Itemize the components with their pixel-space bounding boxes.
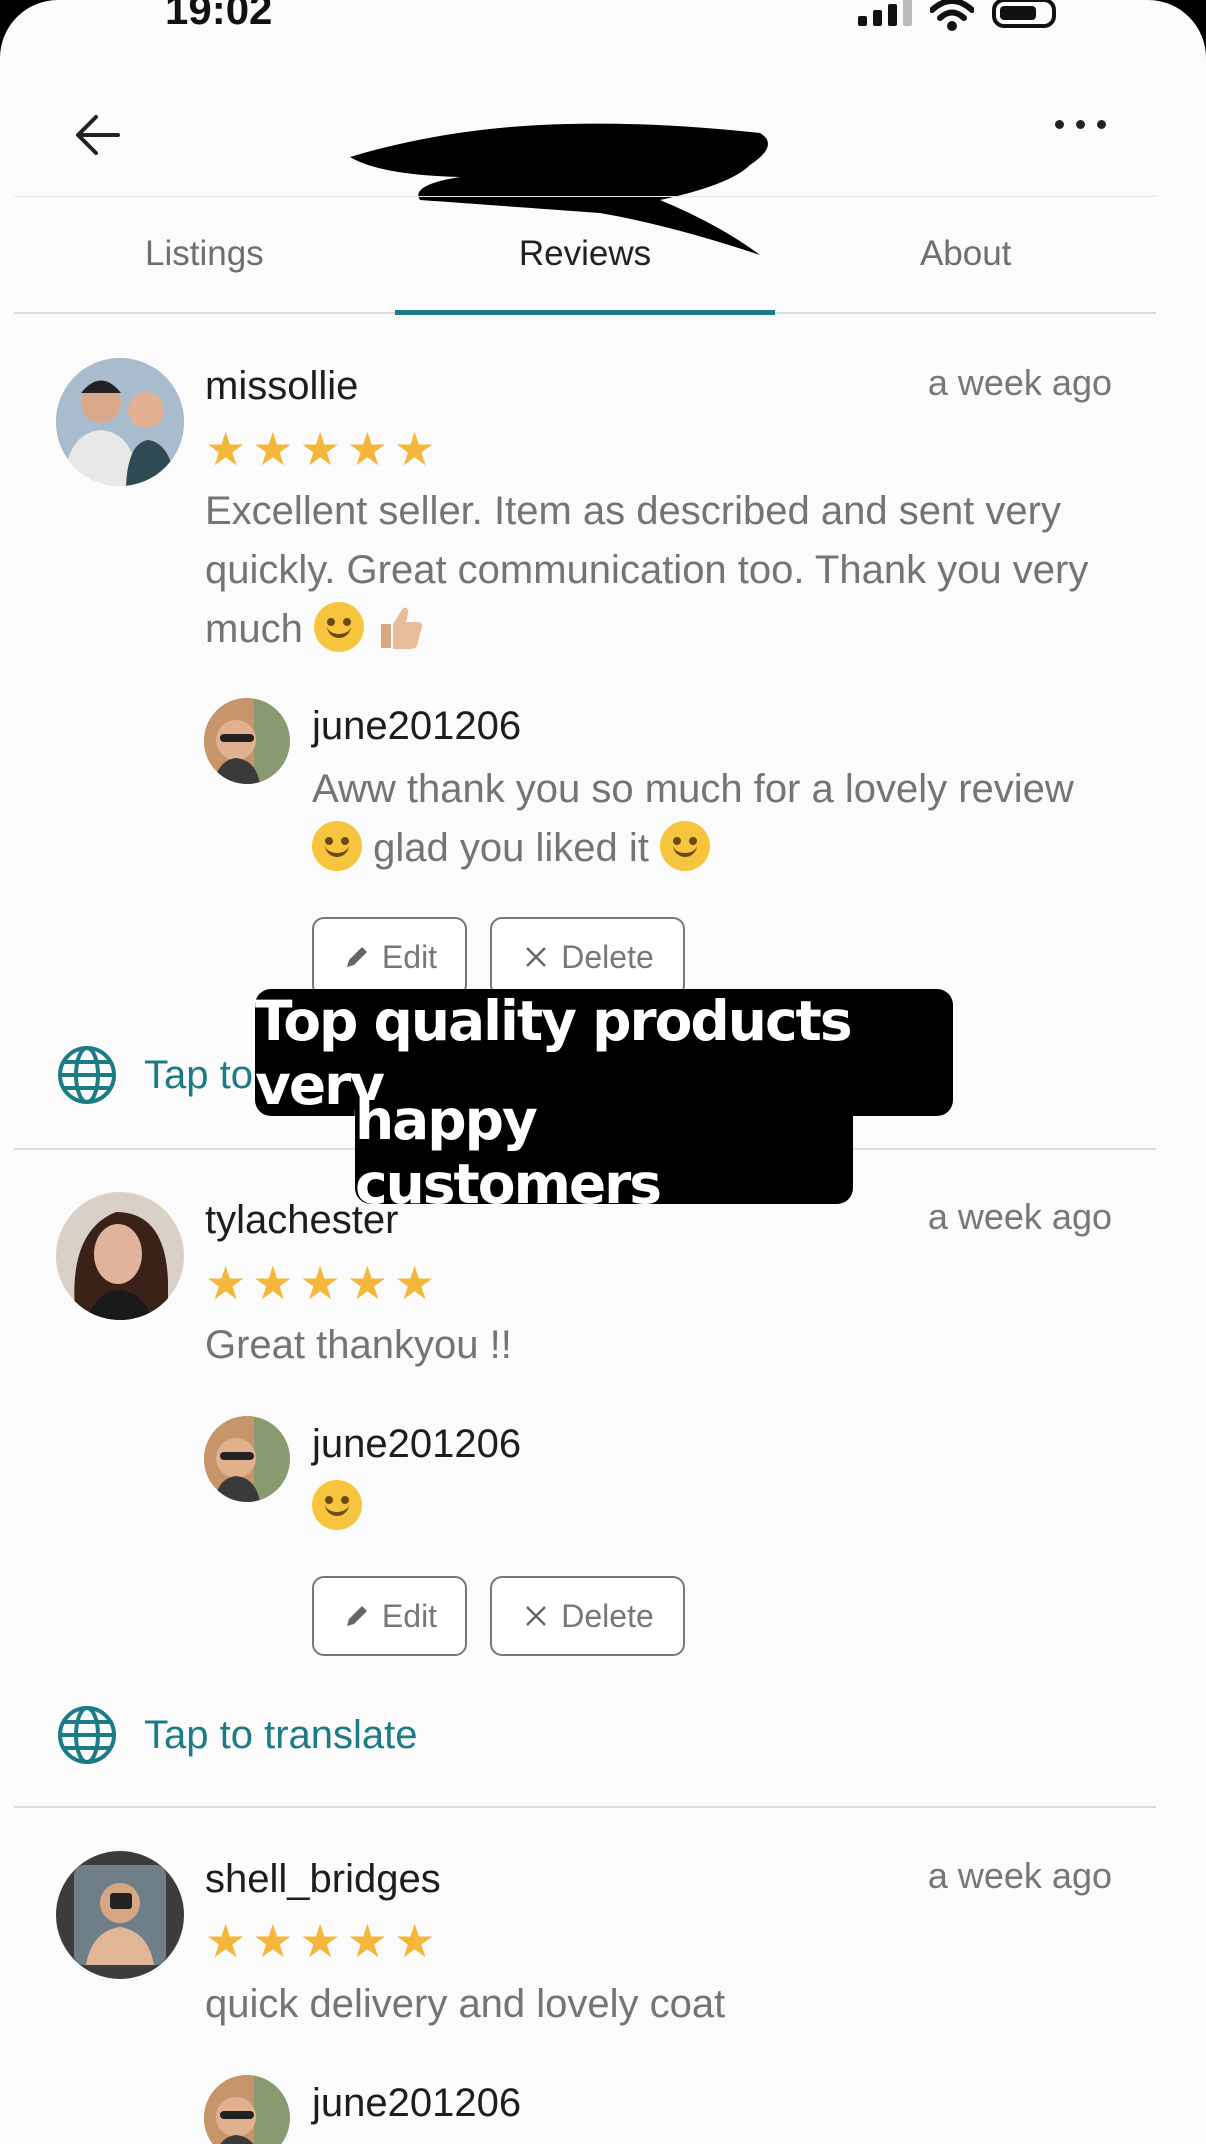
star-icon: ★ bbox=[346, 1257, 388, 1309]
tab-reviews[interactable]: Reviews bbox=[394, 196, 776, 315]
app-screen: 19:02 Listings Reviews About missollie a… bbox=[0, 0, 1206, 2144]
star-icon: ★ bbox=[346, 1915, 388, 1967]
back-arrow-icon[interactable] bbox=[70, 105, 130, 165]
thumbs-up-emoji bbox=[381, 607, 423, 649]
star-icon: ★ bbox=[205, 423, 247, 475]
reviewer-name[interactable]: shell_bridges bbox=[205, 1857, 441, 1902]
reviewer-avatar[interactable] bbox=[56, 1192, 184, 1320]
review-text: Excellent seller. Item as described and … bbox=[205, 489, 1089, 652]
smiley-emoji bbox=[312, 1480, 362, 1530]
signal-icon bbox=[858, 0, 912, 26]
smiley-emoji bbox=[312, 821, 362, 871]
status-icons bbox=[858, 0, 1056, 32]
battery-icon bbox=[992, 0, 1056, 28]
globe-icon bbox=[58, 1046, 116, 1104]
star-icon: ★ bbox=[252, 1257, 294, 1309]
star-icon: ★ bbox=[394, 423, 436, 475]
delete-button[interactable]: Delete bbox=[490, 1576, 685, 1656]
seller-avatar[interactable] bbox=[204, 698, 290, 784]
more-options-button[interactable] bbox=[1055, 120, 1106, 129]
delete-button[interactable]: Delete bbox=[490, 917, 685, 997]
star-icon: ★ bbox=[299, 1915, 341, 1967]
star-icon: ★ bbox=[394, 1257, 436, 1309]
reviewer-name[interactable]: missollie bbox=[205, 364, 358, 409]
star-icon: ★ bbox=[299, 1257, 341, 1309]
close-icon bbox=[526, 947, 547, 967]
star-icon: ★ bbox=[252, 423, 294, 475]
status-time: 19:02 bbox=[165, 0, 273, 33]
star-icon: ★ bbox=[394, 1915, 436, 1967]
seller-avatar[interactable] bbox=[204, 2075, 290, 2144]
star-rating: ★ ★ ★ ★ ★ bbox=[205, 1260, 435, 1306]
star-rating: ★ ★ ★ ★ ★ bbox=[205, 426, 435, 472]
smiley-emoji bbox=[313, 602, 364, 652]
star-icon: ★ bbox=[252, 1915, 294, 1967]
caption-line-2: happy customers bbox=[355, 1088, 853, 1216]
star-icon: ★ bbox=[299, 423, 341, 475]
star-icon: ★ bbox=[346, 423, 388, 475]
reply-text bbox=[312, 1478, 1092, 1537]
pencil-icon bbox=[346, 947, 367, 967]
wifi-icon bbox=[930, 0, 974, 31]
review-text: Great thankyou !! bbox=[205, 1323, 512, 1367]
review-time: a week ago bbox=[927, 362, 1112, 403]
tab-listings[interactable]: Listings bbox=[14, 196, 395, 312]
reviewer-avatar[interactable] bbox=[56, 358, 184, 486]
star-rating: ★ ★ ★ ★ ★ bbox=[205, 1918, 435, 1964]
pencil-icon bbox=[346, 1606, 367, 1626]
tab-bar: Listings Reviews About bbox=[14, 196, 1156, 315]
edit-button[interactable]: Edit bbox=[312, 1576, 467, 1656]
star-icon: ★ bbox=[205, 1257, 247, 1309]
reply-text: Aww thank you so much for a lovely revie… bbox=[312, 767, 1074, 871]
reply-author[interactable]: june201206 bbox=[312, 704, 521, 749]
tab-about[interactable]: About bbox=[775, 196, 1156, 312]
review-text: quick delivery and lovely coat bbox=[205, 1982, 726, 2026]
close-icon bbox=[526, 1606, 547, 1626]
star-icon: ★ bbox=[205, 1915, 247, 1967]
review-time: a week ago bbox=[927, 1196, 1112, 1237]
reviewer-avatar[interactable] bbox=[56, 1851, 184, 1979]
reply-author[interactable]: june201206 bbox=[312, 2081, 521, 2126]
translate-link[interactable]: Tap to translate bbox=[56, 1704, 418, 1766]
review-divider bbox=[14, 1806, 1156, 1808]
review-time: a week ago bbox=[927, 1855, 1112, 1896]
smiley-emoji bbox=[659, 821, 710, 871]
globe-icon bbox=[58, 1706, 116, 1764]
seller-avatar[interactable] bbox=[204, 1416, 290, 1502]
edit-button[interactable]: Edit bbox=[312, 917, 467, 997]
reply-author[interactable]: june201206 bbox=[312, 1422, 521, 1467]
translate-link[interactable]: Tap to bbox=[56, 1044, 253, 1106]
